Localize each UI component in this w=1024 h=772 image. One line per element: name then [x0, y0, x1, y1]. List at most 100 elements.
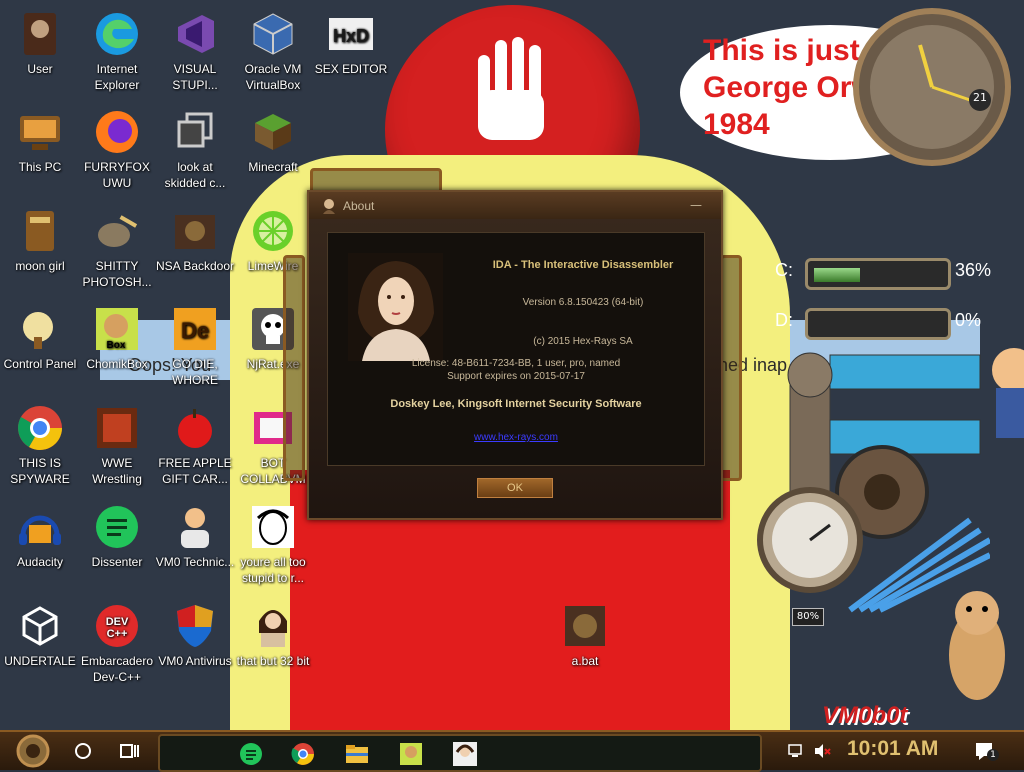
- firefox-icon: [93, 108, 141, 156]
- desktop-icon-nsa-backdoor[interactable]: NSA Backdoor: [155, 207, 235, 274]
- desktop-icon-vm0-antivirus[interactable]: VM0 Antivirus: [155, 602, 235, 669]
- notification-button[interactable]: 1: [975, 741, 999, 761]
- desktop-icon-visual-studio[interactable]: VISUAL STUPI...: [155, 10, 235, 93]
- gauge-readout: 80%: [792, 608, 824, 626]
- desktop-icon-this-pc[interactable]: This PC: [0, 108, 80, 175]
- dissenter-icon: [93, 503, 141, 551]
- start-button[interactable]: [10, 734, 56, 768]
- desktop-icon-dissenter[interactable]: Dissenter: [77, 503, 157, 570]
- drive-percent: 36%: [955, 260, 992, 280]
- desktop-icon-furryfox[interactable]: FURRYFOX UWU: [77, 108, 157, 191]
- desktop-icon-a-bat[interactable]: a.bat: [545, 602, 625, 669]
- desktop-icon-internet-explorer[interactable]: Internet Explorer: [77, 10, 157, 93]
- user-folder-icon: [16, 10, 64, 58]
- search-button[interactable]: [72, 740, 94, 762]
- portrait-image: [348, 253, 443, 361]
- notification-count: 1: [987, 749, 999, 761]
- app-title: IDA - The Interactive Disassembler: [492, 259, 674, 271]
- system-tray: 10:01 AM 1: [765, 734, 1024, 768]
- desktop-icon-vm0-technic[interactable]: VM0 Technic...: [155, 503, 235, 570]
- svg-text:De: De: [181, 318, 209, 343]
- desktop-icon-chomikbox[interactable]: Box ChomikBox: [77, 305, 157, 372]
- gauge-icon: [757, 487, 863, 593]
- computer-icon: [16, 108, 64, 156]
- taskbar-app-file-explorer[interactable]: [342, 740, 372, 768]
- edge-icon: [93, 10, 141, 58]
- desktop-icon-undertale[interactable]: UNDERTALE: [0, 602, 80, 669]
- face-sketch-icon: [249, 503, 297, 551]
- drive-d-meter: D: 0%: [775, 306, 1000, 340]
- desktop-icon-oracle-vm[interactable]: Oracle VM VirtualBox: [233, 10, 313, 93]
- person-icon: [171, 503, 219, 551]
- virtualbox-icon: [249, 10, 297, 58]
- dialog-titlebar[interactable]: About: [309, 192, 721, 219]
- clock-time[interactable]: 10:01 AM: [847, 737, 938, 761]
- drive-fill: [814, 268, 860, 282]
- file-explorer-icon: [346, 745, 368, 763]
- dialog-brass-frame-right: [720, 255, 742, 481]
- desktop-icon-sex-editor[interactable]: HxD SEX EDITOR: [311, 10, 391, 77]
- portrait-icon: [249, 602, 297, 650]
- desktop-icon-moon-girl[interactable]: moon girl: [0, 207, 80, 274]
- volume-muted-icon[interactable]: [813, 743, 831, 759]
- close-button[interactable]: —: [683, 197, 709, 213]
- task-view-icon: [120, 744, 139, 758]
- clock-day: 21: [973, 91, 987, 104]
- gimp-icon: [93, 207, 141, 255]
- start-gear-icon: [16, 734, 50, 768]
- minecraft-icon: [249, 108, 297, 156]
- desktop-icon-free-apple[interactable]: FREE APPLE GIFT CAR...: [155, 404, 235, 487]
- ok-button[interactable]: OK: [477, 478, 553, 498]
- license-text: License: 48-B611-7234-BB, 1 user, pro, n…: [411, 358, 621, 369]
- svg-text:HxD: HxD: [333, 26, 369, 46]
- hxd-icon: HxD: [327, 10, 375, 58]
- apple-icon: [171, 404, 219, 452]
- desktop-icon-audacity[interactable]: Audacity: [0, 503, 80, 570]
- app-version: Version 6.8.150423 (64-bit): [522, 297, 644, 308]
- taskbar-app-portrait[interactable]: [450, 740, 480, 768]
- taskbar-app-chrome[interactable]: [288, 740, 318, 768]
- chrome-icon: [16, 404, 64, 452]
- visual-studio-icon: [171, 10, 219, 58]
- desktop-icon-control-panel[interactable]: Control Panel: [0, 305, 80, 372]
- task-view-button[interactable]: [118, 740, 140, 762]
- audacity-icon: [16, 503, 64, 551]
- brand-text: VM0b0t: [822, 702, 908, 729]
- stop-hand-icon: [478, 37, 544, 140]
- desktop-icon-embarcadero[interactable]: DEV C++ Embarcadero Dev-C++: [77, 602, 157, 685]
- svg-text:Box: Box: [107, 340, 126, 351]
- folder-icon: [561, 602, 609, 650]
- cartoon-man-icon: [992, 348, 1024, 438]
- dialog-brass-frame-left: [283, 255, 305, 481]
- chomikbox-icon: [400, 743, 422, 765]
- portrait-icon: [453, 742, 477, 766]
- website-link[interactable]: www.hex-rays.com: [328, 432, 704, 443]
- desktop-icon-youre-all-too[interactable]: youre all too stupid to r...: [233, 503, 313, 586]
- pressure-gauge-widget: [755, 485, 865, 595]
- copyright-text: (c) 2015 Hex-Rays SA: [533, 336, 633, 347]
- about-dialog: About — IDA - The Interactive Disassembl…: [307, 190, 723, 520]
- desktop-icon-that-but-32[interactable]: that but 32 bit: [233, 602, 313, 669]
- taskbar-app-dissenter[interactable]: [236, 740, 266, 768]
- taskbar-app-chomikbox[interactable]: [396, 740, 426, 768]
- desktop-icon-this-is-spyware[interactable]: THIS IS SPYWARE: [0, 404, 80, 487]
- desktop-icon-wwe-wrestling[interactable]: WWE Wrestling: [77, 404, 157, 487]
- network-icon[interactable]: [787, 743, 805, 759]
- ida-app-icon: [323, 198, 335, 214]
- desktop-icon-minecraft[interactable]: Minecraft: [233, 108, 313, 175]
- desktop-icon-shitty-photoshop[interactable]: SHITTY PHOTOSH...: [77, 207, 157, 290]
- copy-icon: [171, 108, 219, 156]
- drive-c-meter: C: 36%: [775, 256, 1000, 290]
- desktop-icon-go-die-whore[interactable]: De GO DIE, WHORE: [155, 305, 235, 388]
- folder-icon: [171, 207, 219, 255]
- chomikbox-icon: Box: [93, 305, 141, 353]
- svg-text:DEV: DEV: [106, 616, 129, 628]
- taskbar-app-tray: [158, 734, 762, 772]
- taskbar: 10:01 AM 1: [0, 730, 1024, 772]
- shield-icon: [171, 602, 219, 650]
- desktop-icon-look-at-skidded[interactable]: look at skidded c...: [155, 108, 235, 191]
- dialog-content-panel: IDA - The Interactive Disassembler Versi…: [327, 232, 705, 466]
- steampunk-clock-widget[interactable]: 21: [850, 5, 1015, 170]
- desktop-icon-user[interactable]: User: [0, 10, 80, 77]
- drive-track: [805, 258, 951, 290]
